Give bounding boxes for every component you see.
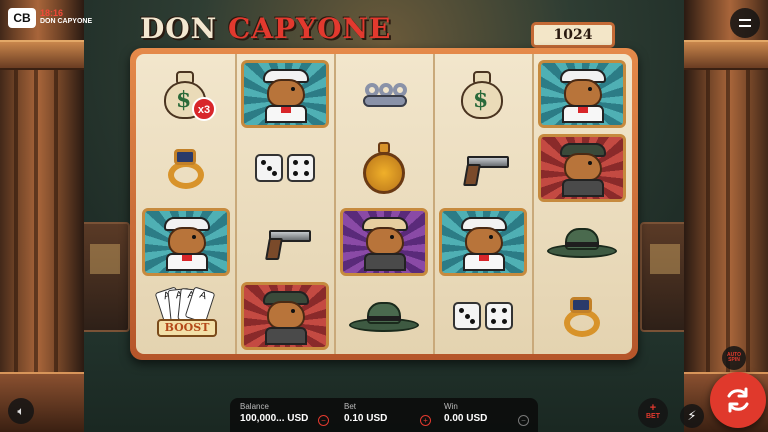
win-value: 0.00 USD bbox=[444, 413, 488, 424]
symbol-cards-boost: A A A A BOOST bbox=[142, 282, 230, 350]
symbol-capybara-teal bbox=[241, 60, 329, 128]
multiplier-badge: x3 bbox=[192, 97, 216, 121]
bet-display: Bet 0.10 USD bbox=[344, 402, 387, 424]
dice-icon bbox=[453, 302, 513, 330]
menu-button[interactable] bbox=[730, 8, 760, 38]
symbol-ring bbox=[538, 282, 626, 350]
symbol-capybara-teal bbox=[142, 208, 230, 276]
speaker-icon: 🔈︎ bbox=[17, 404, 25, 418]
win-label: Win bbox=[444, 402, 458, 411]
symbol-fedora bbox=[538, 208, 626, 276]
win-display: Win 0.00 USD bbox=[444, 402, 487, 424]
history-button[interactable]: − bbox=[518, 415, 529, 426]
left-pillar bbox=[0, 0, 84, 432]
dice-icon bbox=[255, 154, 315, 182]
pistol-icon bbox=[257, 222, 313, 262]
symbol-capybara-purple bbox=[340, 208, 428, 276]
capybara-icon bbox=[255, 65, 315, 123]
symbol-dice bbox=[439, 282, 527, 350]
symbol-money-bag-x3: $ x3 bbox=[142, 60, 230, 128]
spin-button[interactable] bbox=[710, 372, 766, 428]
ring-icon bbox=[164, 145, 208, 191]
plus-icon: + bbox=[649, 402, 657, 414]
symbol-capybara-teal bbox=[439, 208, 527, 276]
symbol-brass-knuckles bbox=[340, 60, 428, 128]
bet-value: 0.10 USD bbox=[344, 413, 388, 424]
reels-frame: $ x3 A A A A BOOST bbox=[130, 48, 638, 360]
brass-knuckles-icon bbox=[359, 79, 409, 109]
increase-bet-button[interactable]: + bbox=[420, 415, 431, 426]
symbol-capybara-red bbox=[241, 282, 329, 350]
symbol-capybara-teal bbox=[538, 60, 626, 128]
provider-logo: CB bbox=[8, 8, 36, 28]
symbol-dice bbox=[241, 134, 329, 202]
bet-label: Bet bbox=[344, 402, 357, 411]
decrease-bet-button[interactable]: − bbox=[318, 415, 329, 426]
refresh-icon bbox=[727, 387, 749, 413]
title-capyone: CAPYONE bbox=[228, 12, 392, 45]
fedora-icon bbox=[547, 224, 617, 260]
symbol-capybara-red bbox=[538, 134, 626, 202]
symbol-pocket-watch bbox=[340, 134, 428, 202]
money-bag-icon: $ x3 bbox=[162, 67, 216, 121]
balance-value: 100,000... USD bbox=[240, 413, 309, 424]
capybara-icon bbox=[354, 213, 414, 271]
pocket-watch-icon bbox=[361, 142, 407, 194]
autospin-button[interactable]: AUTO SPIN bbox=[722, 346, 746, 370]
game-title-logo: DON CAPYONE bbox=[140, 12, 391, 45]
bet-button-label: BET bbox=[646, 413, 660, 420]
capybara-icon bbox=[156, 213, 216, 271]
turbo-button[interactable]: ⚡︎ bbox=[680, 404, 704, 428]
sound-toggle-button[interactable]: 🔈︎ bbox=[8, 398, 34, 424]
capybara-icon bbox=[552, 139, 612, 197]
ways-badge: 1024 WAYS bbox=[531, 22, 615, 63]
bet-button[interactable]: + BET bbox=[638, 398, 668, 428]
lightning-icon: ⚡︎ bbox=[687, 408, 697, 423]
clock-time: 18:16 bbox=[40, 8, 64, 18]
game-scene: CB 18:16 DON CAPYONE DON CAPYONE 1024 WA… bbox=[0, 0, 768, 432]
fedora-icon bbox=[349, 298, 419, 334]
symbol-ring bbox=[142, 134, 230, 202]
boost-label: BOOST bbox=[157, 319, 217, 337]
symbol-money-bag: $ bbox=[439, 60, 527, 128]
money-bag-icon: $ bbox=[459, 67, 507, 121]
background-slot-machine bbox=[640, 222, 690, 332]
symbol-fedora bbox=[340, 282, 428, 350]
symbol-gun bbox=[439, 134, 527, 202]
autospin-label-line2: SPIN bbox=[728, 357, 740, 363]
title-don: DON bbox=[140, 12, 218, 45]
capybara-icon bbox=[255, 287, 315, 345]
bottom-info-bar: Balance 100,000... USD − Bet 0.10 USD + … bbox=[230, 398, 538, 432]
reel-grid: $ x3 A A A A BOOST bbox=[136, 54, 632, 354]
game-name-small: DON CAPYONE bbox=[40, 18, 93, 25]
pistol-icon bbox=[455, 148, 511, 188]
capybara-icon bbox=[552, 65, 612, 123]
ring-icon bbox=[560, 293, 604, 339]
balance-label: Balance bbox=[240, 402, 269, 411]
playing-cards-icon: A A A A BOOST bbox=[153, 286, 219, 345]
capybara-icon bbox=[453, 213, 513, 271]
balance-display: Balance 100,000... USD bbox=[240, 402, 308, 424]
symbol-gun bbox=[241, 208, 329, 276]
background-slot-machine bbox=[80, 222, 130, 332]
